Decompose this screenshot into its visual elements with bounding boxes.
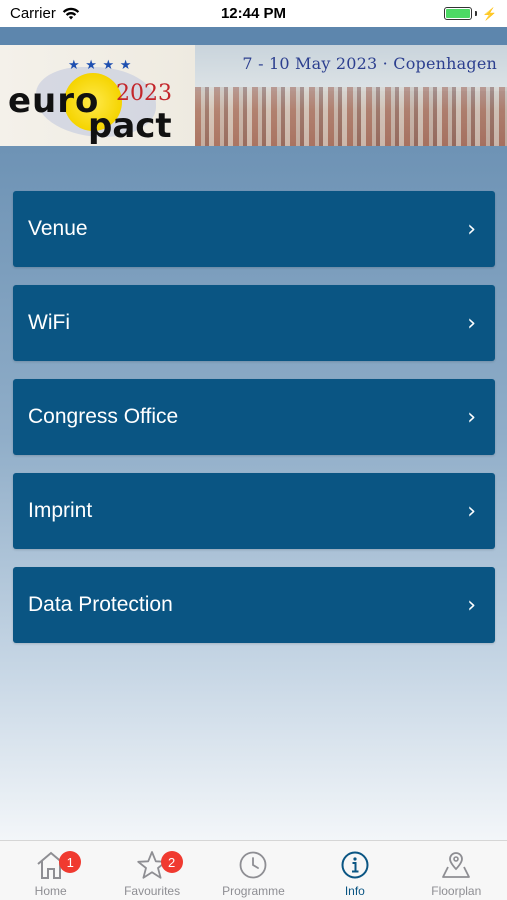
tab-programme[interactable]: Programme [203, 848, 304, 898]
menu-item-wifi[interactable]: WiFi › [13, 285, 495, 361]
main-content: 7 - 10 May 2023 · Copenhagen ★ ★ ★ ★ eur… [0, 27, 507, 840]
tab-label: Info [344, 884, 365, 898]
logo-euro-text: euro [8, 81, 100, 121]
tab-floorplan[interactable]: Floorplan [406, 848, 507, 898]
banner-dates: 7 - 10 May 2023 · Copenhagen [242, 54, 497, 73]
menu-item-congress-office[interactable]: Congress Office › [13, 379, 495, 455]
menu-item-label: Venue [28, 217, 88, 240]
europact-logo: ★ ★ ★ ★ euro 2023 pact [6, 51, 206, 146]
map-pin-icon [436, 848, 476, 882]
info-icon [335, 848, 375, 882]
menu-item-label: Congress Office [28, 405, 179, 428]
tab-label: Programme [222, 884, 285, 898]
tab-label: Floorplan [431, 884, 482, 898]
nav-strip [0, 27, 507, 45]
tab-label: Favourites [124, 884, 181, 898]
tab-info[interactable]: Info [304, 848, 405, 898]
charging-bolt-icon: ⚡ [482, 6, 497, 21]
logo-year-text: 2023 [116, 81, 172, 106]
clock-icon [233, 848, 273, 882]
status-left: Carrier [10, 5, 150, 22]
favourites-badge: 2 [160, 851, 183, 873]
chevron-right-icon: › [467, 216, 476, 242]
tab-bar: 1 Home 2 Favourites Programme Info Floor… [0, 840, 507, 900]
menu-item-label: WiFi [28, 311, 70, 334]
chevron-right-icon: › [467, 592, 476, 618]
menu-item-imprint[interactable]: Imprint › [13, 473, 495, 549]
chevron-right-icon: › [467, 404, 476, 430]
menu-item-label: Data Protection [28, 593, 173, 616]
clock-time: 12:44 PM [220, 5, 287, 22]
logo-pact-text: pact [88, 106, 172, 146]
status-bar: Carrier 12:44 PM ⚡ [0, 0, 507, 27]
menu-item-data-protection[interactable]: Data Protection › [13, 567, 495, 643]
battery-tip [475, 11, 478, 16]
city-panorama-image [195, 87, 507, 146]
info-menu: Venue › WiFi › Congress Office › Imprint… [13, 191, 495, 661]
tab-favourites[interactable]: 2 Favourites [102, 848, 203, 898]
home-badge: 1 [59, 851, 82, 873]
chevron-right-icon: › [467, 498, 476, 524]
chevron-right-icon: › [467, 310, 476, 336]
menu-item-venue[interactable]: Venue › [13, 191, 495, 267]
menu-item-label: Imprint [28, 499, 93, 522]
wifi-icon [62, 7, 80, 20]
conference-banner: 7 - 10 May 2023 · Copenhagen ★ ★ ★ ★ eur… [0, 45, 507, 146]
battery-icon [444, 7, 473, 20]
tab-label: Home [34, 884, 67, 898]
carrier-label: Carrier [10, 5, 56, 22]
tab-home[interactable]: 1 Home [0, 848, 101, 898]
status-right: ⚡ [357, 7, 497, 21]
